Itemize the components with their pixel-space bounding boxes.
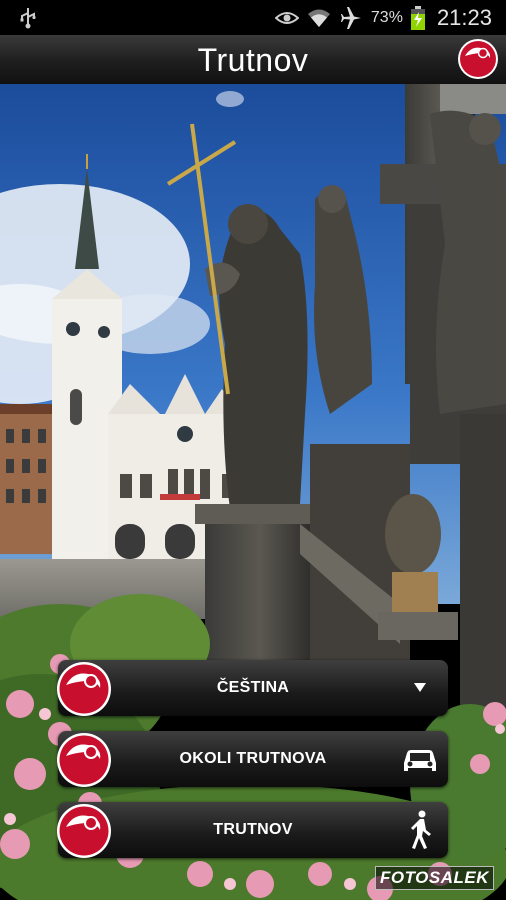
wifi-icon	[307, 9, 330, 27]
action-bar: Trutnov	[0, 35, 506, 85]
trutnov-label: TRUTNOV	[213, 821, 293, 838]
trutnov-button[interactable]: TRUTNOV	[58, 802, 448, 858]
language-select-label: ČEŠTINA	[216, 679, 290, 696]
battery-charging-icon	[410, 5, 425, 30]
language-select-button[interactable]: ČEŠTINA	[58, 660, 448, 716]
app-logo-icon	[56, 732, 112, 788]
app-logo-icon[interactable]	[457, 38, 499, 80]
page-title: Trutnov	[197, 42, 309, 78]
okoli-trutnova-button[interactable]: OKOLI TRUTNOVA	[58, 731, 448, 787]
dropdown-arrow-icon	[414, 683, 426, 692]
car-icon	[404, 750, 436, 771]
clock: 21:23	[436, 4, 492, 30]
photo-watermark: FOTOSALEK	[374, 866, 494, 890]
battery-percent: 73%	[370, 8, 403, 26]
eye-icon	[274, 11, 299, 24]
app-logo-icon	[56, 661, 112, 717]
status-bar: 73% 21:23	[0, 0, 506, 35]
usb-icon	[20, 8, 36, 29]
walking-person-icon	[411, 810, 431, 849]
okoli-trutnova-label: OKOLI TRUTNOVA	[179, 750, 327, 767]
airplane-mode-icon	[340, 6, 361, 29]
app-logo-icon	[56, 803, 112, 859]
